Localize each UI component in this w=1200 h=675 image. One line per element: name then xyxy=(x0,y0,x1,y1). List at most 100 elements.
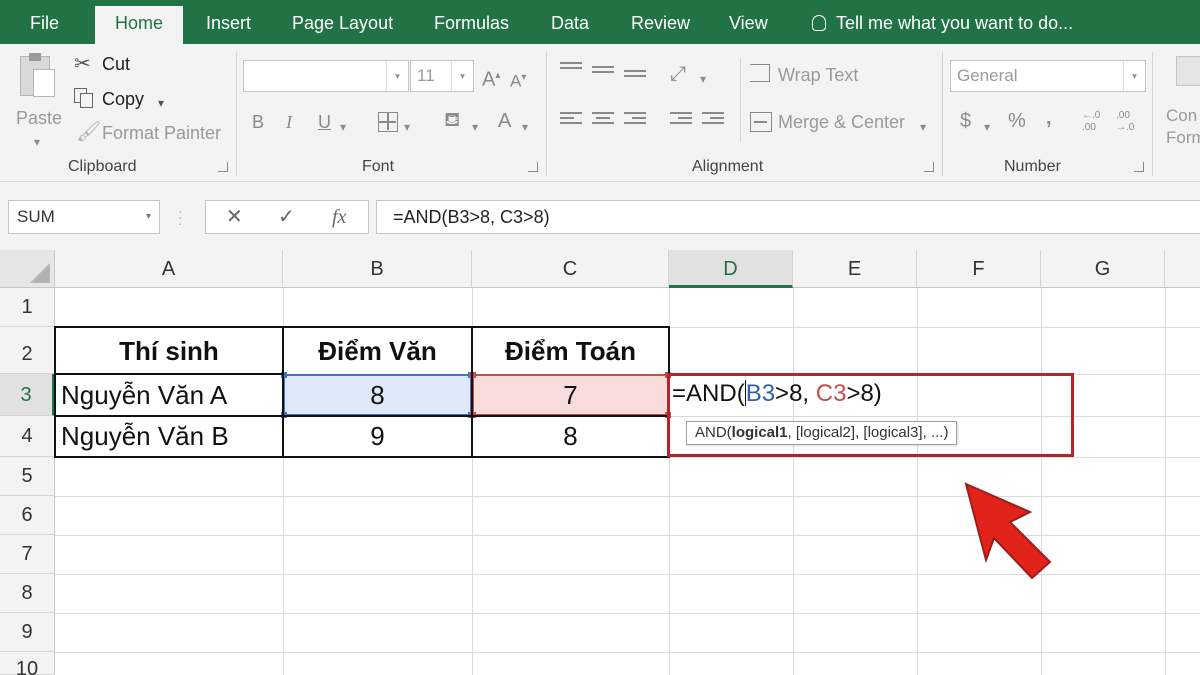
row-header-1[interactable]: 1 xyxy=(0,288,55,327)
row-header-6[interactable]: 6 xyxy=(0,496,55,535)
conditional-formatting-label-2[interactable]: Form xyxy=(1166,128,1200,148)
table-header-cell[interactable]: Điểm Toán xyxy=(473,336,668,367)
table-cell[interactable]: 8 xyxy=(473,421,668,452)
comma-button[interactable]: , xyxy=(1046,108,1052,128)
column-header-g[interactable]: G xyxy=(1041,250,1165,288)
tab-data[interactable]: Data xyxy=(551,0,589,44)
clipboard-launcher-icon[interactable] xyxy=(218,162,228,172)
align-left-icon[interactable] xyxy=(560,112,582,126)
decrease-decimal-button[interactable]: .00 →.0 xyxy=(1116,110,1146,134)
bold-button[interactable]: B xyxy=(252,112,264,132)
font-size-dropdown-icon[interactable]: ▾ xyxy=(451,61,473,91)
select-all-button[interactable] xyxy=(0,250,55,288)
align-bottom-icon[interactable] xyxy=(624,70,646,84)
tab-insert[interactable]: Insert xyxy=(206,0,251,44)
orientation-dropdown-icon[interactable]: ▾ xyxy=(700,69,706,89)
borders-dropdown-icon[interactable]: ▾ xyxy=(404,117,410,137)
copy-dropdown-icon[interactable]: ▾ xyxy=(158,93,164,113)
tab-home[interactable]: Home xyxy=(95,6,184,44)
worksheet-grid[interactable]: A B C D E F G 1 2 3 4 5 6 7 8 9 10 xyxy=(0,250,1200,675)
ribbon-tab-bar: File Home Insert Page Layout Formulas Da… xyxy=(0,0,1200,44)
row-header-4[interactable]: 4 xyxy=(0,416,55,457)
tab-formulas[interactable]: Formulas xyxy=(434,0,509,44)
underline-button[interactable]: U xyxy=(318,112,331,132)
grow-font-icon[interactable]: A▴ xyxy=(482,66,500,90)
tab-file[interactable]: File xyxy=(30,0,59,44)
font-color-dropdown-icon[interactable]: ▾ xyxy=(522,117,528,137)
align-right-icon[interactable] xyxy=(624,112,646,126)
column-header-d[interactable]: D xyxy=(669,250,793,288)
row-header-2[interactable]: 2 xyxy=(0,327,55,374)
table-cell[interactable]: 8 xyxy=(284,380,471,411)
column-header-c[interactable]: C xyxy=(472,250,669,288)
underline-dropdown-icon[interactable]: ▾ xyxy=(340,117,346,137)
fill-color-icon[interactable]: ⛾ xyxy=(444,110,460,130)
row-header-5[interactable]: 5 xyxy=(0,457,55,496)
annotation-arrow-icon xyxy=(964,482,1052,580)
table-cell[interactable]: Nguyễn Văn A xyxy=(61,380,281,411)
tab-review[interactable]: Review xyxy=(631,0,690,44)
tab-view[interactable]: View xyxy=(729,0,768,44)
format-painter-button[interactable]: Format Painter xyxy=(102,123,221,144)
conditional-formatting-label-1[interactable]: Con xyxy=(1166,106,1197,126)
formula-input[interactable]: =AND(B3>8, C3>8) xyxy=(376,200,1200,234)
table-cell[interactable]: 9 xyxy=(284,421,471,452)
row-header-10[interactable]: 10 xyxy=(0,652,55,675)
row-header-7[interactable]: 7 xyxy=(0,535,55,574)
font-color-button[interactable]: A xyxy=(498,111,511,131)
formula-bar-grip-icon[interactable]: · · · xyxy=(178,204,183,230)
align-top-icon[interactable] xyxy=(560,62,582,76)
column-header-f[interactable]: F xyxy=(917,250,1041,288)
tell-me-box[interactable]: Tell me what you want to do... xyxy=(812,0,1073,44)
column-header-a[interactable]: A xyxy=(55,250,283,288)
borders-icon[interactable] xyxy=(378,112,398,132)
alignment-launcher-icon[interactable] xyxy=(924,162,934,172)
insert-function-icon[interactable]: fx xyxy=(332,201,346,233)
font-launcher-icon[interactable] xyxy=(528,162,538,172)
table-header-cell[interactable]: Điểm Văn xyxy=(284,336,471,367)
decrease-indent-icon[interactable] xyxy=(670,112,692,126)
align-center-icon[interactable] xyxy=(592,112,614,126)
tell-me-text: Tell me what you want to do... xyxy=(836,13,1074,33)
annotation-highlight-box xyxy=(667,373,1074,457)
name-box-dropdown-icon[interactable]: ▾ xyxy=(146,201,151,233)
orientation-icon[interactable]: ⤢ xyxy=(670,64,686,84)
row-header-3[interactable]: 3 xyxy=(0,374,55,416)
enter-icon[interactable]: ✓ xyxy=(278,201,295,233)
align-middle-icon[interactable] xyxy=(592,66,614,80)
name-box[interactable]: SUM ▾ xyxy=(8,200,160,234)
fill-color-dropdown-icon[interactable]: ▾ xyxy=(472,117,478,137)
wrap-text-button[interactable]: Wrap Text xyxy=(778,65,858,86)
font-name-field[interactable]: ▾ xyxy=(243,60,409,92)
number-format-dropdown-icon[interactable]: ▾ xyxy=(1123,61,1145,91)
currency-button[interactable]: $ xyxy=(960,111,971,131)
tab-page-layout[interactable]: Page Layout xyxy=(292,0,393,44)
font-size-field[interactable]: 11 ▾ xyxy=(410,60,474,92)
increase-decimal-button[interactable]: ←.0 .00 xyxy=(1082,110,1112,134)
number-launcher-icon[interactable] xyxy=(1134,162,1144,172)
font-name-dropdown-icon[interactable]: ▾ xyxy=(386,61,408,91)
select-all-triangle-icon xyxy=(30,263,50,283)
currency-dropdown-icon[interactable]: ▾ xyxy=(984,117,990,137)
merge-dropdown-icon[interactable]: ▾ xyxy=(920,117,926,137)
italic-button[interactable]: I xyxy=(286,112,292,132)
group-divider xyxy=(1152,52,1153,176)
cut-button[interactable]: Cut xyxy=(102,54,130,75)
copy-button[interactable]: Copy xyxy=(102,89,144,110)
number-format-field[interactable]: General ▾ xyxy=(950,60,1146,92)
increase-indent-icon[interactable] xyxy=(702,112,724,126)
cancel-icon[interactable]: ✕ xyxy=(226,201,243,233)
column-header-b[interactable]: B xyxy=(283,250,472,288)
shrink-font-icon[interactable]: A▾ xyxy=(510,68,526,92)
row-header-9[interactable]: 9 xyxy=(0,613,55,652)
gridline xyxy=(55,613,1200,614)
merge-center-button[interactable]: Merge & Center xyxy=(778,112,905,133)
paste-button[interactable]: Paste ▾ xyxy=(12,52,66,152)
column-header-e[interactable]: E xyxy=(793,250,917,288)
table-header-cell[interactable]: Thí sinh xyxy=(56,336,282,367)
percent-button[interactable]: % xyxy=(1008,111,1026,131)
column-header-partial[interactable] xyxy=(1165,250,1200,288)
row-header-8[interactable]: 8 xyxy=(0,574,55,613)
table-cell[interactable]: 7 xyxy=(473,380,668,411)
table-cell[interactable]: Nguyễn Văn B xyxy=(61,421,281,452)
